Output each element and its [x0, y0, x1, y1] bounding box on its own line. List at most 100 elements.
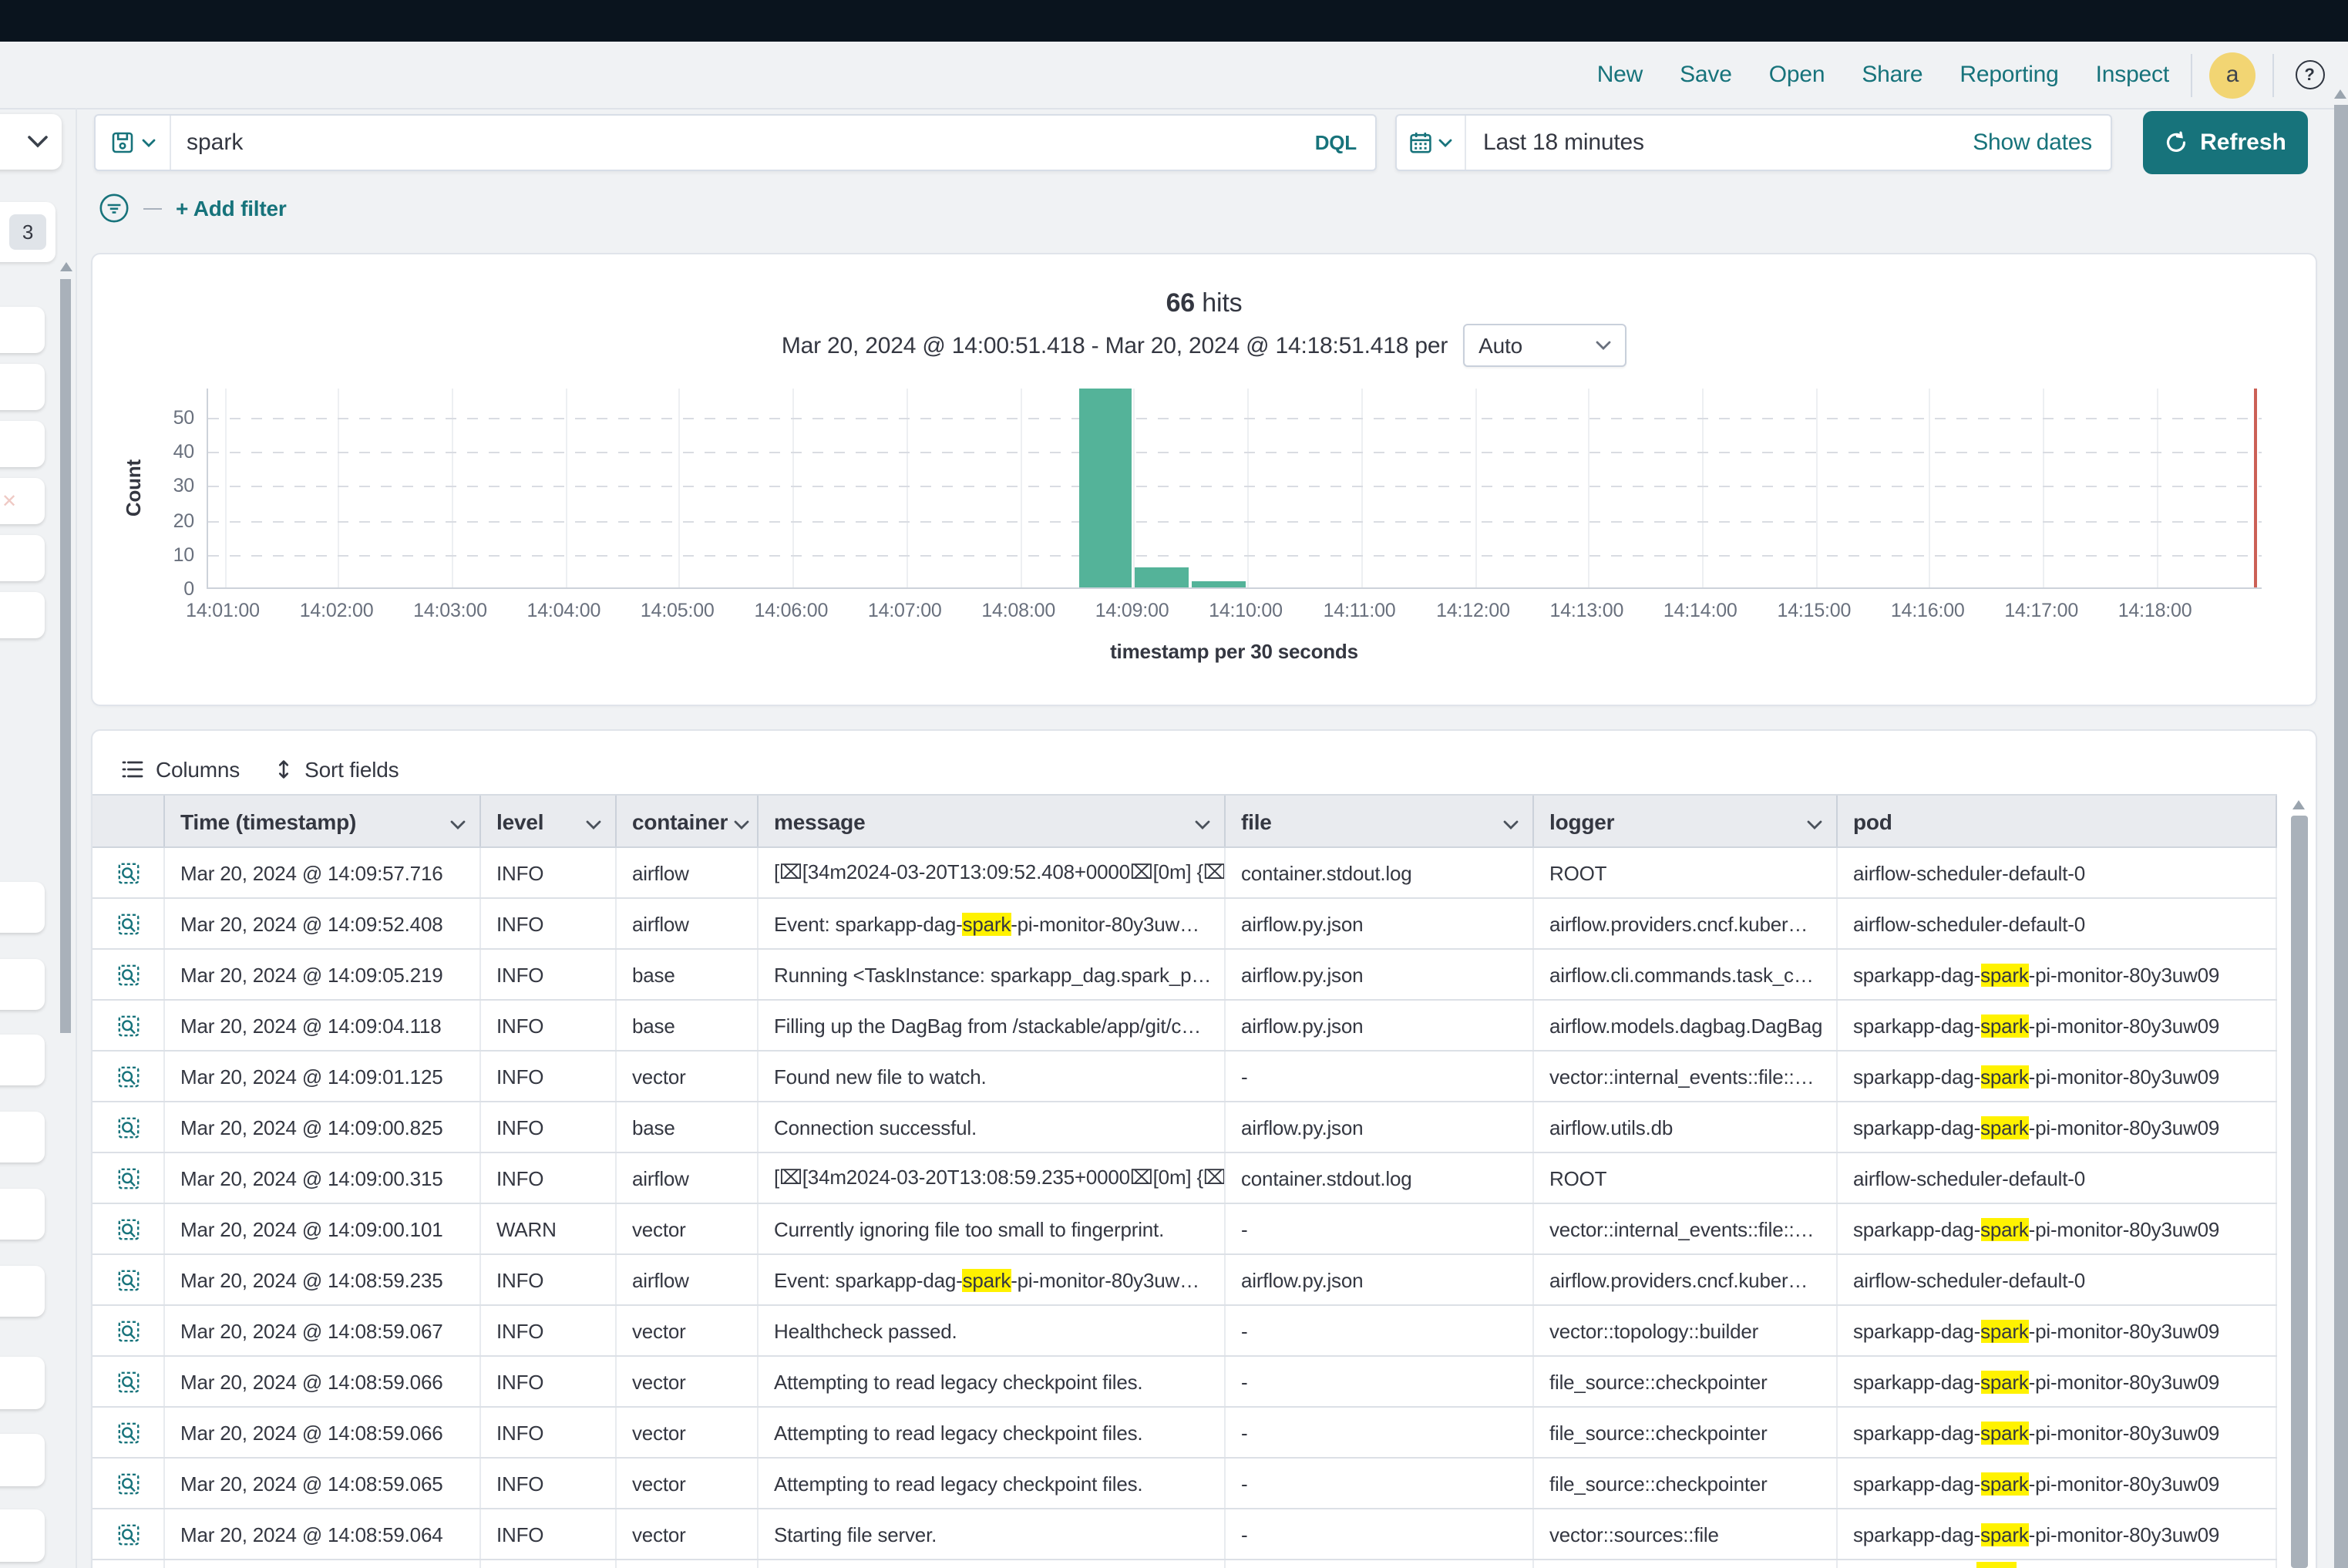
sidebar-field-card[interactable]: [0, 535, 45, 581]
expand-document-button[interactable]: [93, 1408, 165, 1457]
chevron-down-icon[interactable]: [450, 809, 466, 833]
x-tick-label: 14:01:00: [169, 600, 277, 621]
column-header-level[interactable]: level: [481, 796, 617, 846]
sidebar-field-card[interactable]: [0, 882, 45, 933]
table-row[interactable]: Mar 20, 2024 @ 14:08:59.064INFOvectorSta…: [93, 1509, 2277, 1560]
table-row[interactable]: Mar 20, 2024 @ 14:09:00.825INFObaseConne…: [93, 1102, 2277, 1153]
table-row[interactable]: Mar 20, 2024 @ 14:09:04.118INFObaseFilli…: [93, 1001, 2277, 1052]
sidebar-field-card[interactable]: [0, 1357, 45, 1409]
table-scrollbar[interactable]: [2291, 816, 2308, 1568]
help-button[interactable]: ?: [2286, 52, 2333, 98]
column-header-container[interactable]: container: [617, 796, 759, 846]
expand-document-button[interactable]: [93, 1052, 165, 1101]
interval-select[interactable]: Auto: [1463, 324, 1626, 367]
remove-field-icon[interactable]: ✕: [2, 490, 17, 512]
sidebar-field-card[interactable]: [0, 364, 45, 410]
expand-document-button[interactable]: [93, 1459, 165, 1508]
table-row[interactable]: Mar 20, 2024 @ 14:08:59.066INFOvectorAtt…: [93, 1408, 2277, 1459]
show-dates-button[interactable]: Show dates: [1973, 130, 2111, 156]
table-row[interactable]: Mar 20, 2024 @ 14:09:57.716INFOairflow[⌧…: [93, 848, 2277, 899]
sidebar-field-card[interactable]: [0, 592, 45, 638]
add-filter-button[interactable]: + Add filter: [176, 196, 287, 220]
refresh-button[interactable]: Refresh: [2143, 111, 2308, 174]
expand-document-button[interactable]: [93, 899, 165, 948]
sidebar-field-card[interactable]: [0, 1035, 45, 1085]
cell-container: vector: [617, 1052, 759, 1101]
quick-select-menu-button[interactable]: [1397, 116, 1466, 170]
expand-document-button[interactable]: [93, 848, 165, 897]
table-row[interactable]: Mar 20, 2024 @ 14:08:59.065INFOvectorAtt…: [93, 1459, 2277, 1509]
sidebar-scrollbar[interactable]: [60, 279, 71, 1033]
cell-message: Healthcheck passed.: [759, 1306, 1226, 1355]
table-row[interactable]: Mar 20, 2024 @ 14:08:59.066INFOvectorAtt…: [93, 1357, 2277, 1408]
search-highlight: spark: [1980, 1065, 2029, 1088]
sidebar-field-card[interactable]: [0, 421, 45, 467]
expand-document-button[interactable]: [93, 1153, 165, 1203]
table-row[interactable]: Mar 20, 2024 @ 14:09:00.315INFOairflow[⌧…: [93, 1153, 2277, 1204]
sidebar-scroll-up-arrow[interactable]: [60, 262, 72, 271]
expand-document-button[interactable]: [93, 1509, 165, 1559]
column-header-pod[interactable]: pod: [1838, 796, 2277, 846]
user-avatar[interactable]: a: [2209, 52, 2255, 98]
cell-message: Event: sparkapp-dag-spark-pi-monitor-80y…: [759, 899, 1226, 948]
cell-logger: file_source::checkpointer: [1534, 1408, 1838, 1457]
expand-document-button[interactable]: [93, 950, 165, 999]
column-header-time[interactable]: Time (timestamp): [165, 796, 481, 846]
sidebar-field-card[interactable]: [0, 1189, 45, 1240]
table-row[interactable]: Mar 20, 2024 @ 14:08:59.067INFOvectorHea…: [93, 1306, 2277, 1357]
sidebar-field-card[interactable]: [0, 959, 45, 1010]
expand-document-button[interactable]: [93, 1001, 165, 1050]
chevron-down-icon[interactable]: [734, 809, 749, 833]
time-range-button[interactable]: Last 18 minutes: [1466, 130, 1973, 156]
time-range-row: Mar 20, 2024 @ 14:00:51.418 - Mar 20, 20…: [93, 324, 2316, 367]
chevron-down-icon[interactable]: [1195, 809, 1210, 833]
cell-container: base: [617, 1001, 759, 1050]
column-header-logger[interactable]: logger: [1534, 796, 1838, 846]
inspect-document-icon: [116, 1115, 140, 1139]
table-row[interactable]: Mar 20, 2024 @ 14:08:59.235INFOairflowEv…: [93, 1255, 2277, 1306]
sidebar-field-card[interactable]: [0, 1509, 45, 1562]
expand-document-button[interactable]: [93, 1357, 165, 1406]
table-row[interactable]: Mar 20, 2024 @ 14:09:52.408INFOairflowEv…: [93, 899, 2277, 950]
search-input[interactable]: [171, 128, 1297, 157]
query-language-button[interactable]: DQL: [1297, 131, 1375, 154]
expand-document-button[interactable]: [93, 1306, 165, 1355]
nav-new[interactable]: New: [1597, 62, 1643, 88]
nav-save[interactable]: Save: [1680, 62, 1732, 88]
nav-share[interactable]: Share: [1862, 62, 1922, 88]
chevron-down-icon[interactable]: [586, 809, 601, 833]
sidebar-field-card[interactable]: [0, 307, 45, 353]
nav-open[interactable]: Open: [1769, 62, 1825, 88]
cell-level: INFO: [481, 848, 617, 897]
nav-reporting[interactable]: Reporting: [1959, 62, 2058, 88]
cell-message: Attempting to read legacy checkpoint fil…: [759, 1357, 1226, 1406]
table-scroll-up-arrow[interactable]: [2292, 800, 2305, 809]
cell-pod: sparkapp-dag-spark-pi-monitor-80y3uw09: [1838, 1509, 2277, 1559]
sidebar-field-count-panel[interactable]: 3: [0, 202, 56, 262]
table-row[interactable]: Mar 20, 2024 @ 14:09:05.219INFObaseRunni…: [93, 950, 2277, 1001]
columns-button[interactable]: Columns: [122, 757, 240, 782]
table-row[interactable]: Mar 20, 2024 @ 14:09:01.125INFOvectorFou…: [93, 1052, 2277, 1102]
page-scroll-up-arrow[interactable]: [2334, 89, 2346, 99]
filter-icon[interactable]: [99, 193, 130, 224]
sort-fields-button[interactable]: Sort fields: [274, 757, 399, 782]
expand-document-button[interactable]: [93, 1204, 165, 1253]
chevron-down-icon[interactable]: [1807, 809, 1822, 833]
sidebar-field-card[interactable]: [0, 1434, 45, 1486]
chevron-down-icon[interactable]: [1503, 809, 1519, 833]
sidebar-field-card[interactable]: ✕: [0, 478, 45, 524]
page-scrollbar[interactable]: [2334, 105, 2348, 1568]
column-header-file[interactable]: file: [1226, 796, 1534, 846]
sidebar-collapse-button[interactable]: [0, 114, 62, 170]
sidebar-field-card[interactable]: [0, 1112, 45, 1163]
expand-document-button[interactable]: [93, 1102, 165, 1152]
nav-inspect[interactable]: Inspect: [2096, 62, 2169, 88]
expand-document-button[interactable]: [93, 1255, 165, 1304]
saved-query-menu-button[interactable]: [96, 116, 171, 170]
cell-file: -: [1226, 1306, 1534, 1355]
sidebar-field-card[interactable]: [0, 1266, 45, 1317]
cell-level: INFO: [481, 1306, 617, 1355]
table-row[interactable]: Mar 20, 2024 @ 14:09:00.101WARNvectorCur…: [93, 1204, 2277, 1255]
column-header-message[interactable]: message: [759, 796, 1226, 846]
cell-message: Attempting to read legacy checkpoint fil…: [759, 1459, 1226, 1508]
